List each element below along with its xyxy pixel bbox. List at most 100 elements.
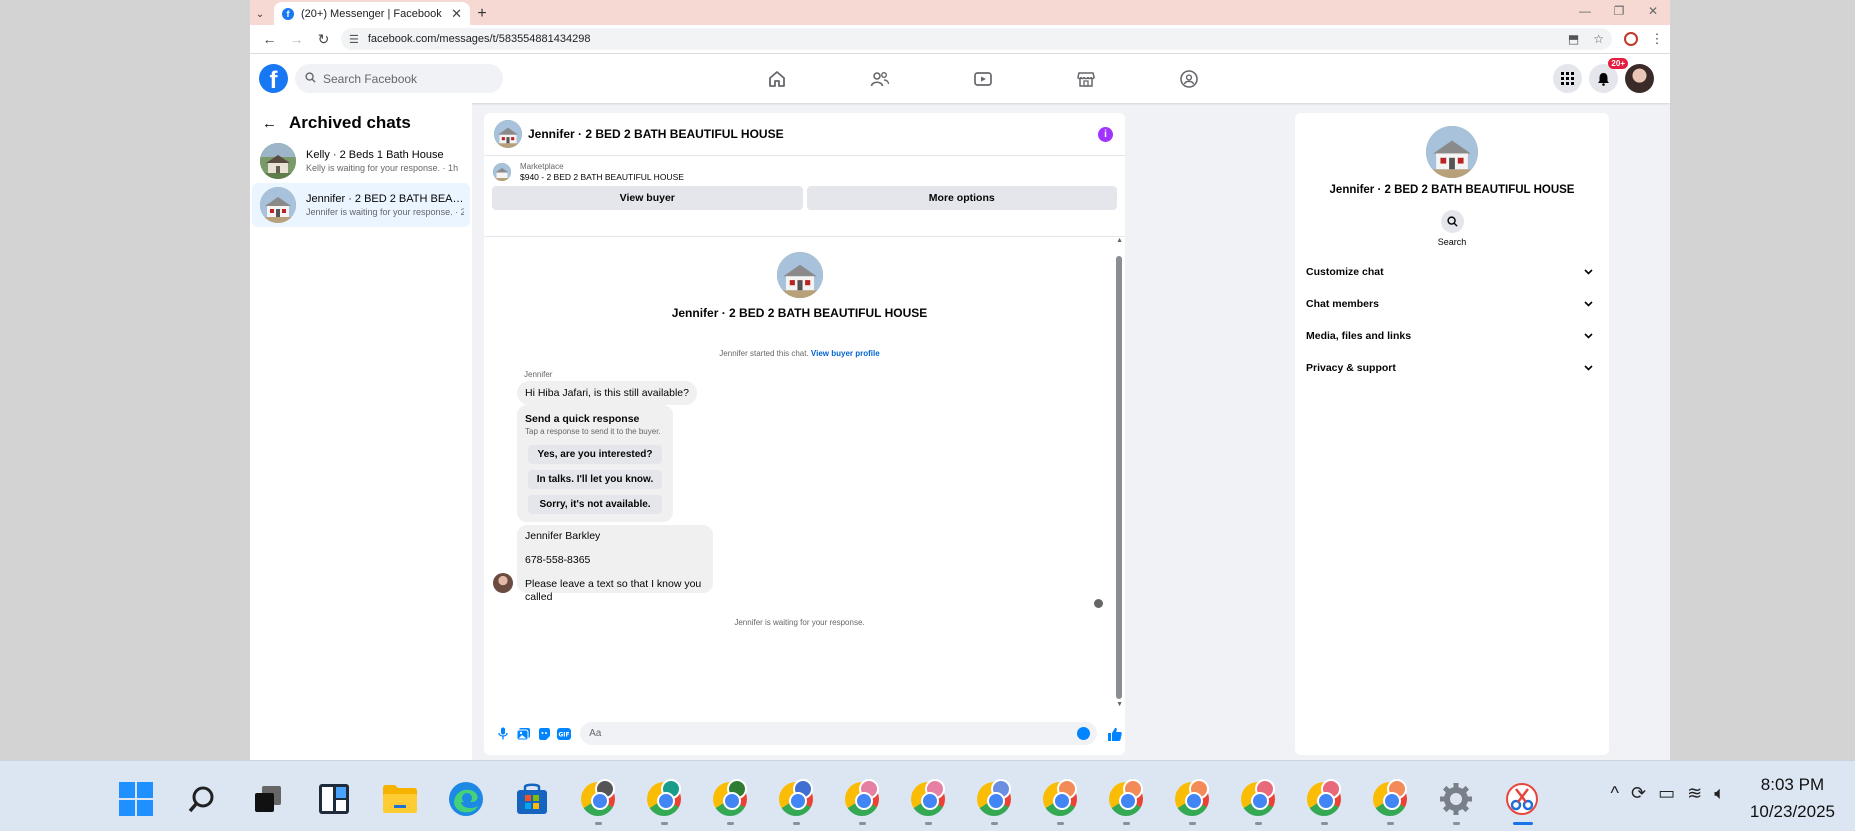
message-bubble[interactable]: Jennifer Barkley 678-558-8365 Please lea… [517,525,713,603]
forward-button[interactable]: → [283,31,310,47]
conversation-title[interactable]: Jennifer · 2 BED 2 BATH BEAUTIFUL HOUSE [528,127,784,141]
snipping-tool-button[interactable] [1502,779,1542,825]
marketplace-listing[interactable]: Marketplace $940 - 2 BED 2 BATH BEAUTIFU… [484,156,1125,182]
bookmark-star-icon[interactable]: ☆ [1593,32,1604,46]
browser-profile-icon[interactable] [1624,32,1638,46]
chrome-button-3[interactable] [710,779,750,825]
site-info-icon[interactable]: ☰ [349,33,359,46]
quick-response-sorry-button[interactable]: Sorry, it's not available. [528,495,662,514]
running-indicator [1057,822,1064,825]
file-explorer-button[interactable] [380,779,420,819]
notifications-button[interactable]: 20+ [1589,58,1628,93]
chrome-button-8[interactable] [1040,779,1080,825]
running-indicator [1123,822,1130,825]
account-avatar[interactable] [1625,64,1654,93]
message-bubble[interactable]: Hi Hiba Jafari, is this still available? [517,381,697,405]
nav-home[interactable] [725,54,828,103]
sender-avatar[interactable] [493,573,513,593]
edge-icon [449,782,483,816]
chrome-button-4[interactable] [776,779,816,825]
reload-button[interactable]: ↻ [310,31,337,48]
search-icon [1440,210,1464,233]
nav-friends[interactable] [828,54,931,103]
scroll-down-arrow-icon[interactable]: ▼ [1116,701,1123,708]
install-app-icon[interactable]: ⬒ [1568,32,1579,46]
sync-icon[interactable]: ⟳ [1631,783,1646,804]
profile-badge-icon [595,779,615,799]
chrome-icon [845,779,879,816]
scrollbar-thumb[interactable] [1116,256,1122,699]
gif-icon[interactable]: GIF [554,727,574,740]
task-view-button[interactable] [248,779,288,819]
chat-item-jennifer[interactable]: Jennifer · 2 BED 2 BATH BEAUTIFUL HOUSE … [252,183,470,227]
new-tab-button[interactable]: + [470,3,494,25]
message-input[interactable]: Aa [580,722,1097,745]
clock[interactable]: 8:03 PM 10/23/2025 [1750,771,1835,825]
back-button[interactable]: ← [256,31,283,47]
nav-groups[interactable] [1137,54,1240,103]
restore-button[interactable]: ❐ [1602,0,1636,25]
microsoft-store-button[interactable] [512,779,552,819]
quick-response-subtitle: Tap a response to send it to the buyer. [525,427,661,436]
chrome-button-11[interactable] [1238,779,1278,825]
svg-text:GIF: GIF [558,731,569,738]
emoji-icon[interactable] [1076,727,1090,740]
section-customize-chat[interactable]: Customize chat [1295,256,1609,288]
tab-list-button[interactable]: ⌄ [250,3,270,25]
info-icon[interactable]: i [1098,127,1113,142]
chevron-up-icon[interactable]: ^ [1611,783,1619,804]
nav-marketplace[interactable] [1034,54,1137,103]
scroll-up-arrow-icon[interactable]: ▲ [1116,237,1123,244]
menu-button[interactable] [1553,64,1582,93]
wifi-icon[interactable]: ≋ [1687,783,1702,804]
view-buyer-profile-link[interactable]: View buyer profile [811,349,880,358]
taskbar-search-button[interactable] [182,779,222,819]
browser-menu-icon[interactable]: ⋮ [1650,31,1664,47]
section-media-files-links[interactable]: Media, files and links [1295,320,1609,352]
close-tab-icon[interactable]: ✕ [451,6,462,22]
chat-item-kelly[interactable]: Kelly · 2 Beds 1 Bath House Kelly is wai… [252,139,470,183]
microphone-icon[interactable] [493,727,513,740]
section-privacy-support[interactable]: Privacy & support [1295,352,1609,384]
message-thread[interactable]: Jennifer · 2 BED 2 BATH BEAUTIFUL HOUSE … [484,236,1125,712]
more-options-button[interactable]: More options [806,186,1117,210]
chevron-down-icon [1584,266,1593,278]
thumbs-up-icon[interactable] [1105,727,1125,741]
quick-response-yes-button[interactable]: Yes, are you interested? [528,445,662,464]
photo-icon[interactable] [513,727,533,740]
battery-icon[interactable]: ▭ [1658,783,1675,804]
settings-button[interactable] [1436,779,1476,825]
start-button[interactable] [116,779,156,819]
chrome-button-9[interactable] [1106,779,1146,825]
close-window-button[interactable]: ✕ [1636,0,1670,25]
chrome-button-6[interactable] [908,779,948,825]
view-buyer-button[interactable]: View buyer [492,186,803,210]
nav-watch[interactable] [931,54,1034,103]
volume-icon[interactable]: 🔈︎ [1714,783,1725,804]
back-arrow-icon[interactable]: ← [262,115,277,132]
widgets-button[interactable] [314,779,354,819]
chat-name: Jennifer · 2 BED 2 BATH BEAUTIFUL HOUSE [306,193,464,205]
chrome-button-2[interactable] [644,779,684,825]
facebook-logo[interactable]: f [259,64,288,93]
url-bar[interactable]: ☰ facebook.com/messages/t/58355488143429… [341,28,1612,50]
running-indicator [859,822,866,825]
edge-button[interactable] [446,779,486,819]
running-indicator [1321,822,1328,825]
chrome-button-5[interactable] [842,779,882,825]
chrome-icon [779,779,813,816]
facebook-search-input[interactable]: Search Facebook [295,64,503,93]
chrome-button-10[interactable] [1172,779,1212,825]
chrome-button-1[interactable] [578,779,618,825]
sticker-icon[interactable] [534,727,554,740]
marketplace-icon [1076,71,1095,87]
chrome-button-12[interactable] [1304,779,1344,825]
running-indicator [925,822,932,825]
conversation-search-button[interactable]: Search [1295,210,1609,247]
minimize-button[interactable]: — [1568,0,1602,25]
chrome-button-7[interactable] [974,779,1014,825]
section-chat-members[interactable]: Chat members [1295,288,1609,320]
chrome-button-13[interactable] [1370,779,1410,825]
quick-response-talks-button[interactable]: In talks. I'll let you know. [528,470,662,489]
tab-messenger[interactable]: f (20+) Messenger | Facebook ✕ [274,2,470,25]
